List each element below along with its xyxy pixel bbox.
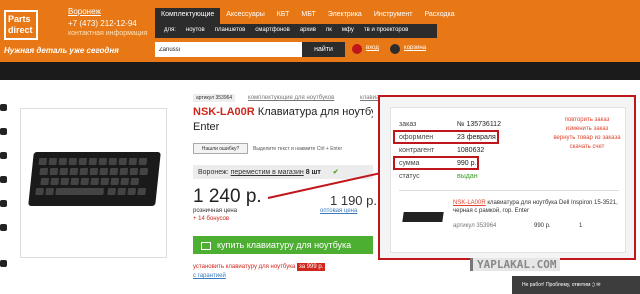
order-panel: заказ № 135736112 оформлен 23 февраля ко… (390, 107, 626, 253)
order-item-price: 990 р. (534, 223, 551, 229)
download-invoice-link[interactable]: скачать счет (547, 143, 627, 152)
order-details-popup: заказ № 135736112 оформлен 23 февраля ко… (378, 95, 636, 260)
order-status-value: выдан (457, 173, 478, 180)
return-item-link[interactable]: вернуть товар из заказа (547, 134, 627, 143)
order-item-quantity: 1 (579, 223, 583, 229)
sum-highlight-box (393, 156, 479, 170)
order-item-code-link[interactable]: NSK-LA00R (453, 200, 486, 206)
feedback-strip[interactable]: Не работ! Проблему, ответим ;) ✉ (512, 276, 640, 294)
watermark: YAPLAKAL.COM (470, 258, 561, 271)
page-root: Parts direct Воронеж +7 (473) 212-12-94 … (0, 0, 640, 294)
order-item-article: артикул 353964 (453, 223, 497, 229)
order-contractor-label: контрагент (399, 147, 435, 154)
order-divider (399, 190, 619, 191)
order-item-description: NSK-LA00R клавиатура для ноутбука Dell I… (453, 199, 623, 215)
order-actions: повторить заказ изменить заказ вернуть т… (547, 116, 627, 152)
date-highlight-box (393, 130, 499, 144)
order-item-thumbnail (402, 212, 444, 222)
order-number-label: заказ (399, 121, 417, 128)
order-contractor-value: 1080632 (457, 147, 485, 154)
edit-order-link[interactable]: изменить заказ (547, 125, 627, 134)
order-number-value: № 135736112 (457, 121, 501, 128)
order-status-label: статус (399, 173, 420, 180)
repeat-order-link[interactable]: повторить заказ (547, 116, 627, 125)
